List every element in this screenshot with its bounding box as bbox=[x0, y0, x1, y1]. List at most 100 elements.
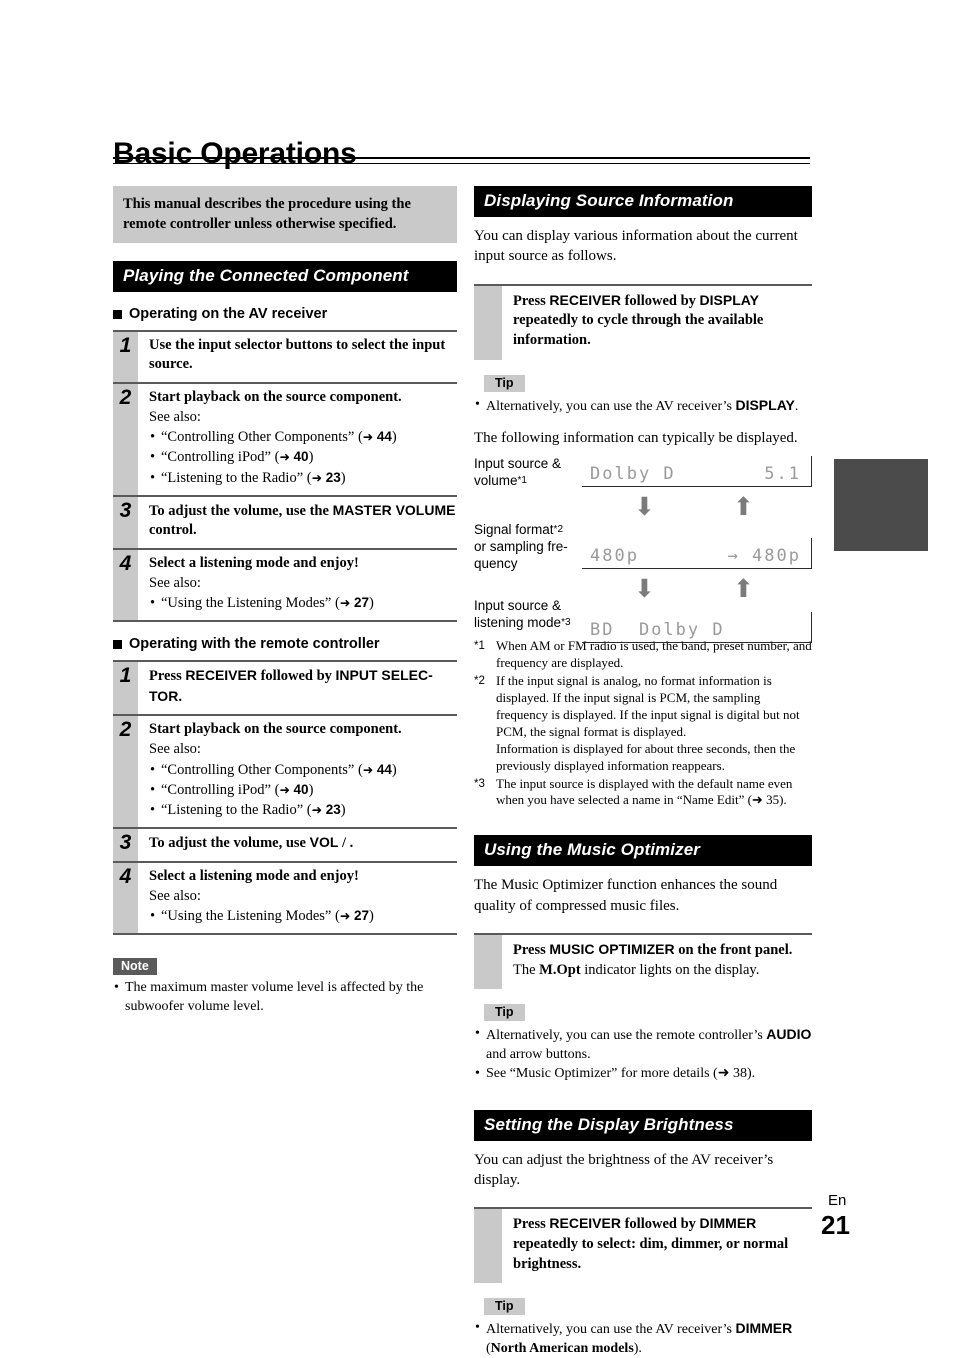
steps-list-remote: 1 Press RECEIVER followed by INPUT SELEC… bbox=[113, 660, 457, 936]
step-title-post: control. bbox=[149, 522, 197, 539]
step-body: To adjust the volume, use VOL / . bbox=[138, 829, 457, 860]
sub-pre: The bbox=[513, 961, 540, 978]
note-bullets: The maximum master volume level is affec… bbox=[113, 979, 457, 1016]
footnote-marker: *2 bbox=[553, 524, 563, 536]
footnote-item: *1 When AM or FM radio is used, the band… bbox=[474, 638, 812, 672]
page-title: Basic Operations bbox=[113, 137, 357, 171]
step-item: 3 To adjust the volume, use the MASTER V… bbox=[113, 494, 457, 548]
model-name: North American models bbox=[490, 1340, 634, 1356]
caption-line: Input source & bbox=[474, 598, 562, 614]
step-item: 1 Use the input selector buttons to sele… bbox=[113, 330, 457, 382]
step-number: 4 bbox=[119, 551, 132, 575]
tip-post: ). bbox=[746, 1066, 756, 1082]
step-body: Press RECEIVER followed by INPUT SELEC-T… bbox=[138, 662, 457, 714]
see-also-bullets: “Using the Listening Modes” (➜ 27) bbox=[149, 594, 457, 614]
diagram-row: Input source & listening mode*3 BD Dolby… bbox=[474, 598, 812, 644]
tip-block: Tip Alternatively, you can use the AV re… bbox=[474, 1297, 812, 1358]
step-item: 2 Start playback on the source component… bbox=[113, 381, 457, 495]
control-name: DISPLAY bbox=[699, 291, 759, 308]
lcd-display-panel: BD Dolby D bbox=[582, 612, 812, 644]
caption-line: or sampling fre- bbox=[474, 539, 568, 555]
caption-line: volume bbox=[474, 473, 518, 489]
diagram-row: Signal format*2 or sampling fre- quency … bbox=[474, 522, 812, 572]
page-number: 44 bbox=[376, 429, 392, 445]
note-label: Note bbox=[113, 958, 157, 976]
arrow-right-icon: ➜ bbox=[717, 1066, 730, 1082]
step-number: 1 bbox=[119, 664, 132, 688]
page-ref: (➜ 40) bbox=[270, 449, 314, 466]
footnote-marker: *3 bbox=[474, 777, 485, 790]
arrow-right-icon: ➜ bbox=[339, 908, 351, 924]
see-also-label: See also: bbox=[149, 741, 201, 758]
step-title: Select a listening mode and enjoy! bbox=[149, 867, 359, 884]
action-post: on the front panel. bbox=[674, 941, 793, 958]
step-title-pre: Press bbox=[149, 668, 186, 685]
lcd-display-panel: 480p → 480p bbox=[582, 538, 812, 570]
step-item: 4 Select a listening mode and enjoy! See… bbox=[113, 860, 457, 936]
subheading-label: Operating on the AV receiver bbox=[129, 306, 328, 322]
step-title: To adjust the volume, use VOL / . bbox=[149, 833, 457, 853]
tip-label: Tip bbox=[484, 1004, 525, 1022]
page-ref: (➜ 27) bbox=[331, 908, 374, 925]
section-heading-display-brightness: Setting the Display Brightness bbox=[474, 1109, 812, 1141]
see-also-label: See also: bbox=[149, 574, 201, 591]
intro-note-box: This manual describes the procedure usin… bbox=[113, 186, 457, 243]
lcd-text-left: BD Dolby D bbox=[590, 620, 725, 641]
lcd-text-right: 5.1 bbox=[764, 464, 801, 485]
footnote-paragraph: When AM or FM radio is used, the band, p… bbox=[496, 638, 812, 671]
diagram-caption: Input source & volume*1 bbox=[474, 456, 582, 489]
step-title: Start playback on the source component. bbox=[149, 720, 402, 737]
step-title-pre: To adjust the volume, use the bbox=[149, 502, 333, 519]
step-body: Select a listening mode and enjoy! See a… bbox=[138, 550, 457, 621]
list-item: Alternatively, you can use the AV receiv… bbox=[474, 396, 812, 416]
step-number: 2 bbox=[119, 717, 132, 741]
arrow-right-icon: ➜ bbox=[279, 449, 290, 465]
control-name: MUSIC OPTIMIZER bbox=[549, 940, 675, 957]
list-item: “Controlling Other Components” (➜ 44) bbox=[149, 761, 457, 781]
action-pre: Press bbox=[513, 292, 550, 309]
square-bullet-icon bbox=[113, 639, 122, 649]
indicator-name: M.Opt bbox=[539, 961, 581, 978]
tip-bullets: Alternatively, you can use the AV receiv… bbox=[474, 396, 812, 416]
tip-post: . bbox=[794, 398, 799, 414]
action-text: Press RECEIVER followed by DISPLAY repea… bbox=[502, 286, 812, 360]
action-mid: followed by bbox=[620, 1216, 700, 1233]
step-item: 4 Select a listening mode and enjoy! See… bbox=[113, 547, 457, 623]
display-flow-diagram: Input source & volume*1 Dolby D 5.1 ⬇ ⬆ … bbox=[474, 456, 812, 644]
step-item: 1 Press RECEIVER followed by INPUT SELEC… bbox=[113, 660, 457, 714]
control-name: RECEIVER bbox=[185, 667, 257, 684]
bullet-text: “Using the Listening Modes” bbox=[161, 595, 332, 612]
section-intro-text: You can display various information abou… bbox=[474, 228, 798, 265]
bullet-text: “Controlling iPod” bbox=[161, 781, 271, 798]
subheading-operating-av-receiver: Operating on the AV receiver bbox=[113, 306, 457, 322]
flow-arrow-pair: ⬇ ⬆ bbox=[634, 494, 754, 519]
footnote-pre: The input source is displayed with the d… bbox=[496, 775, 793, 808]
footnote-paragraph: Information is displayed for about three… bbox=[496, 740, 796, 773]
see-also-bullets: “Controlling Other Components” (➜ 44) “C… bbox=[149, 761, 457, 821]
page-ref: (➜ 44) bbox=[354, 429, 397, 446]
step-title: Start playback on the source component. bbox=[149, 388, 402, 405]
tip-body: Alternatively, you can use the AV receiv… bbox=[474, 396, 812, 416]
diagram-row: Input source & volume*1 Dolby D 5.1 bbox=[474, 456, 812, 489]
control-name: DIMMER bbox=[699, 1215, 757, 1232]
action-mid: followed by bbox=[620, 292, 700, 309]
page-number: 40 bbox=[293, 449, 309, 465]
action-post: repeatedly to cycle through the availabl… bbox=[513, 312, 764, 348]
control-name: AUDIO bbox=[766, 1026, 812, 1043]
footnote-item: *3 The input source is displayed with th… bbox=[474, 776, 812, 810]
arrow-right-icon: ➜ bbox=[311, 802, 323, 818]
step-title-mid: followed by bbox=[256, 668, 336, 685]
action-text: Press MUSIC OPTIMIZER on the front panel… bbox=[502, 935, 812, 989]
page-number: 27 bbox=[353, 908, 369, 924]
caption-line: listening mode bbox=[474, 615, 562, 631]
tip-pre: See “Music Optimizer” for more details ( bbox=[486, 1066, 718, 1082]
step-title: Use the input selector buttons to select… bbox=[149, 337, 446, 373]
caption-line: Signal format bbox=[474, 522, 554, 538]
footnote-item: *2 If the input signal is analog, no for… bbox=[474, 673, 812, 774]
arrow-down-icon: ⬇ bbox=[634, 492, 655, 522]
footer-page-number: 21 bbox=[821, 1210, 850, 1240]
arrow-right-icon: ➜ bbox=[362, 429, 374, 445]
action-gutter bbox=[474, 285, 502, 360]
tip-block: Tip Alternatively, you can use the remot… bbox=[474, 1003, 812, 1084]
step-number: 2 bbox=[119, 385, 132, 409]
